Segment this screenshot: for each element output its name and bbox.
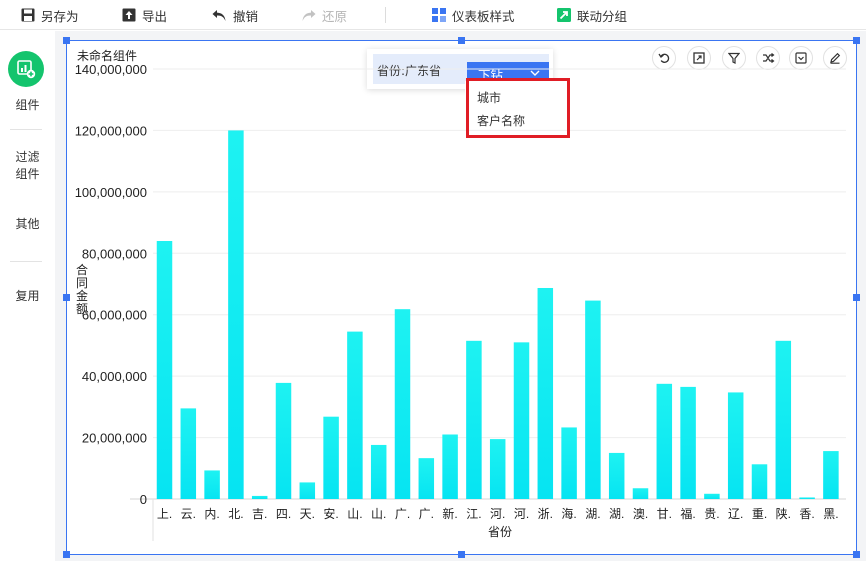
y-tick-label: 40,000,000 — [82, 369, 147, 384]
y-axis-label: 合同金额 — [76, 262, 88, 316]
y-tick-label: 120,000,000 — [75, 123, 147, 138]
x-tick-label: 湖. — [585, 506, 600, 521]
x-tick-label: 福. — [680, 506, 695, 521]
bar[interactable] — [156, 241, 173, 499]
x-tick-label: 河. — [514, 507, 529, 521]
y-tick-label: 20,000,000 — [82, 431, 147, 446]
x-tick-label: 吉. — [252, 507, 267, 521]
bar[interactable] — [513, 342, 530, 499]
x-tick-label: 浙. — [538, 507, 553, 521]
x-tick-label: 甘. — [657, 507, 672, 521]
x-tick-label: 天. — [300, 507, 315, 521]
y-axis-label-char: 金 — [76, 288, 88, 303]
x-tick-label: 上. — [157, 507, 172, 521]
bar[interactable] — [799, 497, 815, 499]
y-tick-label: 60,000,000 — [82, 308, 147, 323]
x-tick-label: 湖. — [609, 506, 624, 521]
x-axis-label: 省份 — [488, 525, 512, 539]
x-tick-label: 安. — [323, 506, 338, 521]
bar[interactable] — [180, 408, 197, 499]
x-tick-label: 黑. — [823, 507, 838, 521]
bar[interactable] — [418, 458, 435, 499]
x-tick-label: 澳. — [633, 507, 648, 521]
bar[interactable] — [656, 383, 673, 499]
x-tick-label: 海. — [561, 506, 576, 521]
y-tick-label: 80,000,000 — [82, 246, 147, 261]
y-axis-label-char: 合 — [76, 262, 88, 277]
bar[interactable] — [585, 300, 601, 499]
x-tick-label: 广. — [419, 507, 434, 521]
x-tick-label: 贵. — [704, 507, 719, 521]
bar[interactable] — [680, 386, 696, 499]
bar[interactable] — [561, 427, 577, 499]
x-tick-label: 陕. — [776, 506, 791, 521]
bar[interactable] — [727, 392, 744, 499]
bar[interactable] — [466, 340, 482, 499]
bar[interactable] — [251, 495, 268, 499]
x-tick-label: 广. — [395, 507, 410, 521]
bar[interactable] — [204, 470, 220, 499]
bar[interactable] — [823, 451, 839, 499]
x-tick-label: 云. — [181, 507, 196, 521]
x-tick-label: 重. — [752, 507, 767, 521]
x-axis-ticks: 上. 云. 内. 北. 吉. 四. 天. 安. 山. 山. 广. 广. 新. 江. 河. 河. 浙. 海. 湖. 湖.… — [157, 506, 839, 521]
bar[interactable] — [370, 444, 387, 499]
bar[interactable] — [442, 434, 458, 500]
bar[interactable] — [275, 382, 292, 499]
y-tick-label: 0 — [140, 492, 147, 507]
x-tick-label: 新. — [442, 506, 457, 521]
bar[interactable] — [632, 488, 649, 499]
y-tick-label: 140,000,000 — [75, 62, 147, 77]
y-axis-label-char: 同 — [76, 276, 88, 290]
x-tick-label: 北. — [228, 507, 243, 521]
x-tick-label: 内. — [204, 507, 219, 521]
bar[interactable] — [299, 482, 316, 499]
bar[interactable] — [323, 416, 339, 499]
bar[interactable] — [394, 309, 411, 499]
x-tick-label: 山. — [371, 507, 386, 521]
bar[interactable] — [489, 439, 506, 499]
bar[interactable] — [228, 130, 244, 499]
highlight-box — [466, 78, 570, 138]
x-tick-label: 河. — [490, 507, 505, 521]
x-tick-label: 四. — [276, 507, 291, 521]
x-tick-label: 江. — [466, 507, 481, 521]
bar[interactable] — [775, 340, 792, 499]
bar[interactable] — [704, 493, 720, 499]
bar[interactable] — [537, 287, 554, 499]
y-axis-label-char: 额 — [76, 302, 88, 316]
x-tick-label: 辽. — [728, 507, 743, 521]
y-tick-label: 100,000,000 — [75, 185, 147, 200]
bar[interactable] — [608, 452, 625, 499]
x-tick-label: 山. — [347, 507, 362, 521]
bar[interactable] — [751, 464, 768, 499]
x-tick-label: 香. — [799, 507, 814, 521]
bar[interactable] — [347, 331, 363, 499]
bar-chart: 0 20,000,000 40,000,000 60,000,000 80,000,00… — [75, 62, 846, 541]
